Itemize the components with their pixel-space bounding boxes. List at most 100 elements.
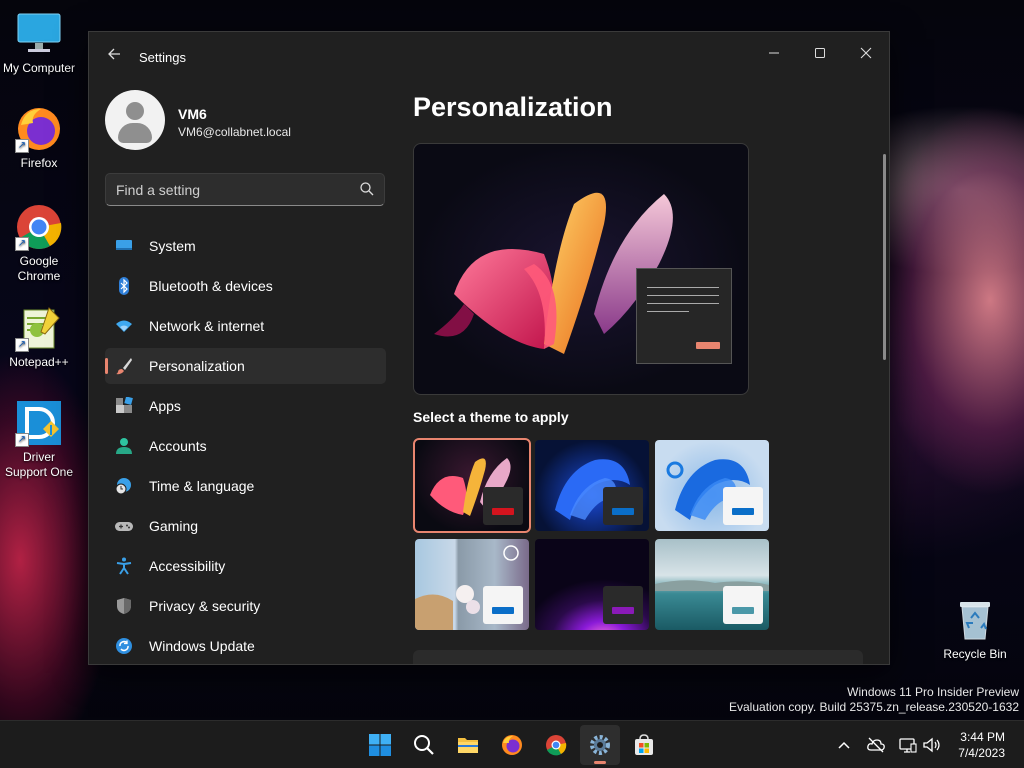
desktop-icon-chrome[interactable]: ↗ Google Chrome: [1, 203, 77, 284]
person-icon: [116, 438, 132, 454]
theme-mini-window: [483, 487, 523, 525]
volume-icon[interactable]: [922, 735, 942, 755]
desktop-icon-label: Driver Support One: [4, 450, 74, 479]
sidebar-item-accessibility[interactable]: Accessibility: [105, 548, 386, 584]
theme-accent-bar: [732, 607, 754, 614]
preview-mini-window: [636, 268, 732, 364]
monitor-icon: [116, 240, 132, 250]
user-profile[interactable]: VM6 VM6@collabnet.local: [105, 90, 395, 150]
desktop-icon-notepadpp[interactable]: ↗ Notepad++: [1, 304, 77, 370]
settings-window: Settings VM6 VM6@collabnet.local System …: [88, 31, 890, 665]
theme-tile-sunrise[interactable]: [535, 539, 649, 630]
title-bar[interactable]: Settings: [89, 32, 889, 82]
folder-icon: [458, 738, 478, 753]
scrollbar-thumb[interactable]: [883, 154, 886, 360]
taskbar-search-button[interactable]: [404, 725, 444, 765]
desktop-icon-label: Recycle Bin: [943, 647, 1007, 661]
sidebar-item-system[interactable]: System: [105, 228, 386, 264]
sidebar-item-apps[interactable]: Apps: [105, 388, 386, 424]
theme-accent-bar: [492, 508, 514, 515]
system-clock[interactable]: 3:44 PM 7/4/2023: [958, 729, 1005, 761]
sidebar-item-gaming[interactable]: Gaming: [105, 508, 386, 544]
chrome-icon: ↗: [15, 203, 63, 251]
shortcut-arrow-icon: ↗: [15, 433, 29, 447]
taskbar-file-explorer[interactable]: [448, 725, 488, 765]
theme-mini-window: [723, 586, 763, 624]
desktop-icon-label: Google Chrome: [17, 254, 61, 283]
close-icon: [860, 47, 872, 59]
sidebar-item-personalization[interactable]: Personalization: [105, 348, 386, 384]
globe-clock-icon: [115, 478, 131, 495]
maximize-button[interactable]: [797, 38, 843, 70]
taskbar-settings[interactable]: [580, 725, 620, 765]
search-icon[interactable]: [359, 181, 375, 197]
firefox-icon: ↗: [15, 105, 63, 153]
sidebar-item-windows-update[interactable]: Windows Update: [105, 628, 386, 664]
bluetooth-icon: [119, 277, 129, 295]
profile-email: VM6@collabnet.local: [178, 125, 291, 139]
recycle-bin-icon: [951, 596, 999, 644]
clock-time: 3:44 PM: [960, 730, 1005, 744]
sidebar-item-privacy-security[interactable]: Privacy & security: [105, 588, 386, 624]
active-app-indicator: [594, 761, 606, 764]
taskbar-chrome[interactable]: [536, 725, 576, 765]
desktop-icon-driver-support[interactable]: ↗ Driver Support One: [1, 399, 77, 480]
desktop-icon-firefox[interactable]: ↗ Firefox: [1, 105, 77, 171]
back-arrow-icon: [108, 48, 120, 60]
desktop-icon-label: Notepad++: [9, 355, 69, 369]
sidebar-item-label: Network & internet: [149, 318, 265, 334]
desktop-icon-label: Firefox: [20, 156, 58, 170]
theme-section-label: Select a theme to apply: [413, 409, 569, 425]
back-button[interactable]: [103, 46, 125, 68]
desktop-icon-recycle-bin[interactable]: Recycle Bin: [937, 596, 1013, 662]
avatar-body-shape: [118, 123, 152, 143]
theme-tile-captured-motion[interactable]: [415, 539, 529, 630]
settings-card[interactable]: [413, 650, 863, 664]
store-icon: [635, 734, 653, 755]
start-button[interactable]: [360, 725, 400, 765]
cloud-offline-icon[interactable]: [866, 735, 886, 755]
theme-mini-window: [603, 487, 643, 525]
theme-tile-flow[interactable]: [655, 539, 769, 630]
close-button[interactable]: [843, 38, 889, 70]
sidebar-item-bluetooth[interactable]: Bluetooth & devices: [105, 268, 386, 304]
taskbar-microsoft-store[interactable]: [624, 725, 664, 765]
taskbar-firefox[interactable]: [492, 725, 532, 765]
minimize-button[interactable]: [751, 38, 797, 70]
theme-tile-glow-dark[interactable]: [535, 440, 649, 531]
sidebar-item-time-language[interactable]: Time & language: [105, 468, 386, 504]
brush-icon: [116, 358, 132, 375]
sidebar-nav: System Bluetooth & devices Network & int…: [105, 228, 386, 664]
sidebar-item-label: Privacy & security: [149, 598, 261, 614]
notepadpp-icon: ↗: [15, 304, 63, 352]
search-input[interactable]: [105, 173, 385, 206]
sidebar-item-label: System: [149, 238, 196, 254]
minimize-icon: [769, 52, 779, 54]
network-icon[interactable]: [898, 735, 918, 755]
sidebar-item-accounts[interactable]: Accounts: [105, 428, 386, 464]
sidebar-item-label: Bluetooth & devices: [149, 278, 273, 294]
sidebar-item-label: Time & language: [149, 478, 255, 494]
profile-name: VM6: [178, 106, 207, 122]
preview-text-line: [647, 295, 719, 296]
sidebar-item-label: Gaming: [149, 518, 199, 534]
monitor-icon: [15, 10, 63, 58]
chrome-icon: [546, 735, 567, 756]
clock-date: 7/4/2023: [958, 746, 1005, 760]
avatar-head-shape: [126, 102, 144, 120]
apps-icon: [116, 397, 133, 413]
theme-mini-window: [483, 586, 523, 624]
chevron-up-icon[interactable]: [834, 735, 854, 755]
gamepad-icon: [115, 522, 133, 531]
sidebar-item-network[interactable]: Network & internet: [105, 308, 386, 344]
maximize-icon: [815, 48, 825, 58]
evaluation-watermark: Windows 11 Pro Insider Preview Evaluatio…: [729, 685, 1019, 715]
preview-accent-button: [696, 342, 720, 349]
gear-icon: [590, 735, 610, 755]
theme-tile-glow-light[interactable]: [655, 440, 769, 531]
preview-text-line: [647, 287, 719, 288]
shield-icon: [117, 598, 131, 614]
desktop-icon-my-computer[interactable]: My Computer: [1, 10, 77, 76]
shortcut-arrow-icon: ↗: [15, 338, 29, 352]
theme-tile-bloom-dark[interactable]: [413, 438, 531, 533]
